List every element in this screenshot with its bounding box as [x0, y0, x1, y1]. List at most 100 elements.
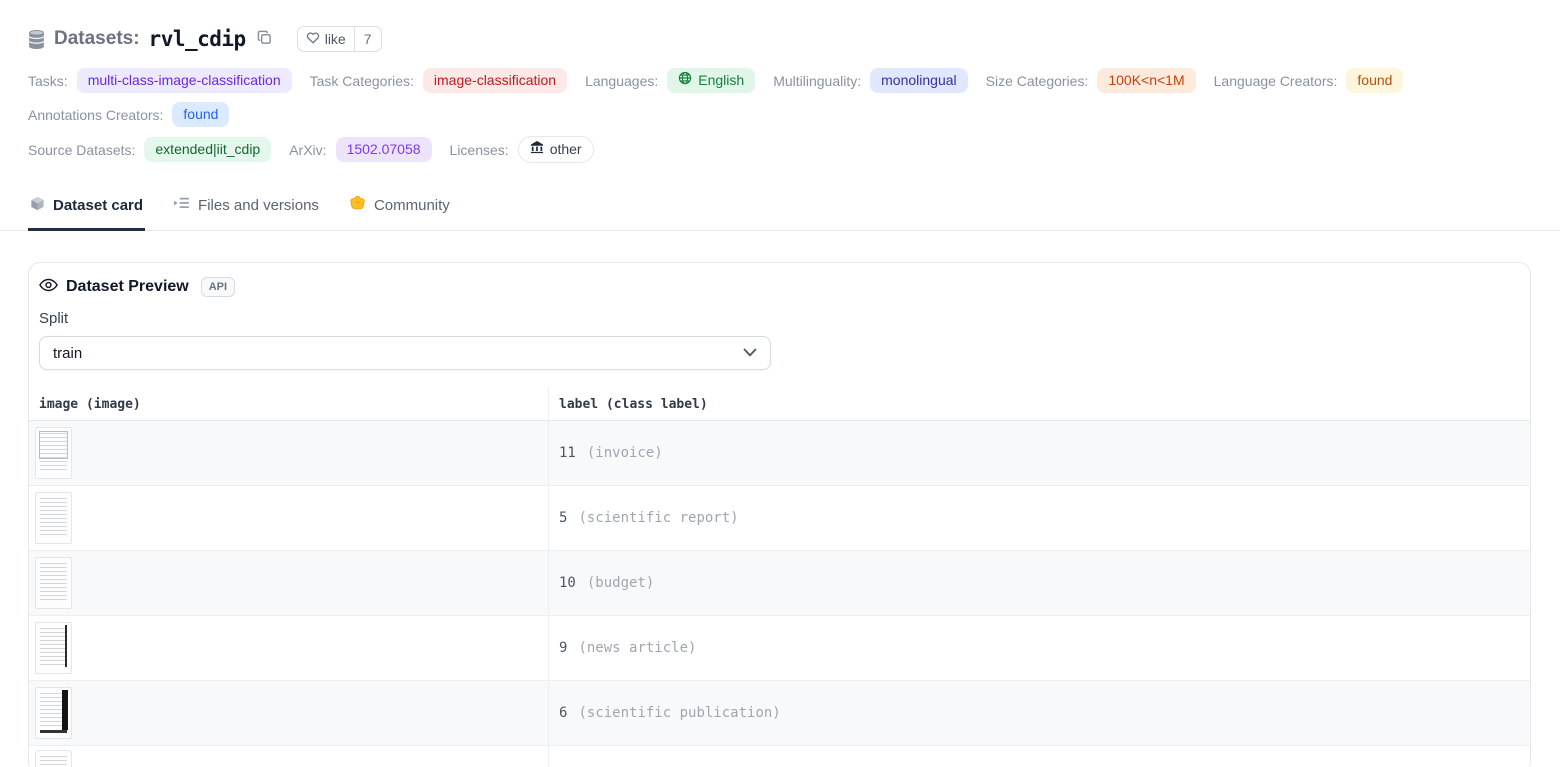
label-value: 6: [559, 705, 567, 721]
tag-pill-language-creators[interactable]: found: [1346, 68, 1403, 93]
label-cell: 6 (scientific publication): [548, 681, 1530, 745]
tag-label: ArXiv:: [289, 142, 326, 158]
file-list-icon: [173, 196, 190, 214]
title-row: Datasets: rvl_cdip like 7: [28, 26, 1532, 52]
label-cell: 9 (news article): [548, 616, 1530, 680]
table-row: 5 (scientific report): [29, 486, 1530, 551]
table-row: 9 (news article): [29, 616, 1530, 681]
label-name: (news article): [578, 640, 696, 656]
tag-group-size-categories: Size Categories: 100K<n<1M: [986, 68, 1196, 93]
tag-label: Licenses:: [450, 142, 509, 158]
split-select[interactable]: train: [39, 336, 771, 370]
label-cell: 5 (scientific report): [548, 486, 1530, 550]
tag-group-languages: Languages: English: [585, 68, 755, 93]
api-button[interactable]: API: [201, 277, 235, 297]
tag-group-multilinguality: Multilinguality: monolingual: [773, 68, 967, 93]
tag-pill-text: English: [698, 71, 744, 90]
column-header-label: label (class label): [548, 388, 1530, 420]
tag-pill-source-datasets[interactable]: extended|iit_cdip: [144, 137, 271, 162]
tag-label: Source Datasets:: [28, 142, 135, 158]
label-cell: 10 (budget): [548, 551, 1530, 615]
tab-label: Dataset card: [53, 197, 143, 214]
table-row: 11 (invoice): [29, 421, 1530, 486]
label-name: (budget): [587, 575, 654, 591]
image-cell: [29, 616, 548, 680]
tag-label: Size Categories:: [986, 73, 1089, 89]
tag-pill-task-categories[interactable]: image-classification: [423, 68, 567, 93]
preview-header: Dataset Preview API: [39, 277, 1518, 297]
column-header-image: image (image): [29, 388, 548, 420]
table-row: [29, 746, 1530, 767]
tag-pill-tasks[interactable]: multi-class-image-classification: [77, 68, 292, 93]
tag-label: Multilinguality:: [773, 73, 861, 89]
label-cell: 11 (invoice): [548, 421, 1530, 485]
tag-group-annotations-creators: Annotations Creators: found: [28, 102, 229, 127]
database-icon: [28, 30, 45, 49]
document-thumbnail: [35, 492, 72, 544]
image-cell: [29, 746, 548, 767]
image-cell: [29, 486, 548, 550]
document-thumbnail: [35, 427, 72, 479]
heart-icon: [306, 31, 320, 47]
eye-icon: [39, 278, 58, 297]
label-value: 9: [559, 640, 567, 656]
label-name: (scientific report): [578, 510, 738, 526]
copy-name-button[interactable]: [255, 28, 274, 50]
label-value: 5: [559, 510, 567, 526]
tag-row-1: Tasks: multi-class-image-classification …: [28, 68, 1532, 127]
preview-table: image (image) label (class label) 11 (in…: [29, 388, 1530, 767]
tab-label: Files and versions: [198, 197, 319, 214]
tab-label: Community: [374, 197, 450, 214]
table-row: 10 (budget): [29, 551, 1530, 616]
like-count[interactable]: 7: [354, 27, 381, 51]
image-cell: [29, 421, 548, 485]
tag-group-licenses: Licenses: other: [450, 136, 594, 163]
tag-pill-size-categories[interactable]: 100K<n<1M: [1097, 68, 1195, 93]
tag-row-2: Source Datasets: extended|iit_cdip ArXiv…: [28, 136, 1532, 163]
tag-pill-languages[interactable]: English: [667, 68, 755, 93]
label-value: 11: [559, 445, 576, 461]
community-icon: [349, 195, 366, 215]
document-thumbnail: [35, 557, 72, 609]
document-thumbnail: [35, 750, 72, 767]
label-value: 10: [559, 575, 576, 591]
tag-label: Task Categories:: [310, 73, 414, 89]
chevron-down-icon: [743, 344, 757, 362]
tag-group-task-categories: Task Categories: image-classification: [310, 68, 567, 93]
cube-icon: [30, 196, 45, 215]
tag-pill-text: other: [550, 140, 582, 159]
split-label: Split: [39, 310, 1518, 327]
split-select-value: train: [53, 345, 82, 362]
table-header-row: image (image) label (class label): [29, 388, 1530, 421]
label-cell: [548, 746, 1530, 767]
label-name: (invoice): [587, 445, 663, 461]
preview-title: Dataset Preview: [66, 278, 189, 296]
bank-icon: [530, 140, 544, 159]
tag-pill-annotations-creators[interactable]: found: [172, 102, 229, 127]
tab-dataset-card[interactable]: Dataset card: [28, 185, 145, 231]
entity-type-label: Datasets:: [54, 28, 140, 50]
like-button[interactable]: like 7: [297, 26, 382, 52]
table-row: 6 (scientific publication): [29, 681, 1530, 746]
like-label: like: [325, 31, 346, 47]
tag-label: Language Creators:: [1214, 73, 1338, 89]
tag-group-language-creators: Language Creators: found: [1214, 68, 1404, 93]
label-name: (scientific publication): [578, 705, 780, 721]
image-cell: [29, 551, 548, 615]
tag-label: Tasks:: [28, 73, 68, 89]
tag-label: Annotations Creators:: [28, 107, 163, 123]
tag-pill-multilinguality[interactable]: monolingual: [870, 68, 968, 93]
tag-section: Tasks: multi-class-image-classification …: [0, 52, 1560, 163]
tag-pill-license[interactable]: other: [518, 136, 594, 163]
document-thumbnail: [35, 622, 72, 674]
page-header: Datasets: rvl_cdip like 7: [0, 0, 1560, 52]
panel-top: Dataset Preview API Split train: [29, 263, 1530, 370]
tag-group-arxiv: ArXiv: 1502.07058: [289, 137, 431, 162]
tag-pill-arxiv[interactable]: 1502.07058: [336, 137, 432, 162]
dataset-title: rvl_cdip: [149, 27, 246, 51]
tab-community[interactable]: Community: [347, 185, 452, 231]
document-thumbnail: [35, 687, 72, 739]
tag-group-tasks: Tasks: multi-class-image-classification: [28, 68, 292, 93]
globe-icon: [678, 71, 692, 90]
tab-files-and-versions[interactable]: Files and versions: [171, 185, 321, 231]
